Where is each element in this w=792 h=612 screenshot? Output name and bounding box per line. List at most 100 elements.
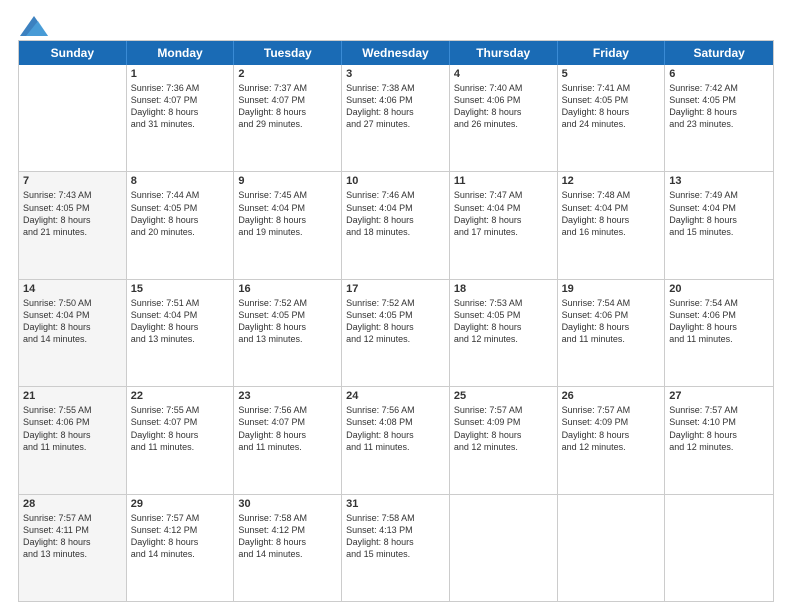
day-info: Sunrise: 7:41 AMSunset: 4:05 PMDaylight:…: [562, 82, 661, 131]
day-info: Sunrise: 7:55 AMSunset: 4:07 PMDaylight:…: [131, 404, 230, 453]
day-info: Sunrise: 7:58 AMSunset: 4:12 PMDaylight:…: [238, 512, 337, 561]
cal-week-0: 1 Sunrise: 7:36 AMSunset: 4:07 PMDaylight…: [19, 65, 773, 172]
day-info: Sunrise: 7:46 AMSunset: 4:04 PMDaylight:…: [346, 189, 445, 238]
day-number: 24: [346, 390, 445, 402]
cal-cell: 11 Sunrise: 7:47 AMSunset: 4:04 PMDayligh…: [450, 172, 558, 278]
cal-cell: 5 Sunrise: 7:41 AMSunset: 4:05 PMDaylight…: [558, 65, 666, 171]
day-info: Sunrise: 7:53 AMSunset: 4:05 PMDaylight:…: [454, 297, 553, 346]
day-number: 22: [131, 390, 230, 402]
page: SundayMondayTuesdayWednesdayThursdayFrid…: [0, 0, 792, 612]
day-info: Sunrise: 7:44 AMSunset: 4:05 PMDaylight:…: [131, 189, 230, 238]
cal-cell: 13 Sunrise: 7:49 AMSunset: 4:04 PMDayligh…: [665, 172, 773, 278]
cal-cell: [19, 65, 127, 171]
day-number: 12: [562, 175, 661, 187]
day-info: Sunrise: 7:57 AMSunset: 4:11 PMDaylight:…: [23, 512, 122, 561]
calendar-body: 1 Sunrise: 7:36 AMSunset: 4:07 PMDaylight…: [19, 65, 773, 601]
cal-cell: 1 Sunrise: 7:36 AMSunset: 4:07 PMDaylight…: [127, 65, 235, 171]
cal-cell: 17Sunrise: 7:52 AMSunset: 4:05 PMDayligh…: [342, 280, 450, 386]
cal-week-1: 7Sunrise: 7:43 AMSunset: 4:05 PMDaylight…: [19, 172, 773, 279]
day-number: 8: [131, 175, 230, 187]
day-number: 15: [131, 283, 230, 295]
cal-header-cell-tuesday: Tuesday: [234, 41, 342, 65]
cal-header-cell-thursday: Thursday: [450, 41, 558, 65]
day-number: 20: [669, 283, 769, 295]
cal-cell: 3 Sunrise: 7:38 AMSunset: 4:06 PMDaylight…: [342, 65, 450, 171]
cal-cell: 6Sunrise: 7:42 AMSunset: 4:05 PMDaylight…: [665, 65, 773, 171]
cal-cell: 16 Sunrise: 7:52 AMSunset: 4:05 PMDayligh…: [234, 280, 342, 386]
day-number: 3: [346, 68, 445, 80]
cal-cell: 22 Sunrise: 7:55 AMSunset: 4:07 PMDayligh…: [127, 387, 235, 493]
day-info: Sunrise: 7:37 AMSunset: 4:07 PMDaylight:…: [238, 82, 337, 131]
day-info: Sunrise: 7:47 AMSunset: 4:04 PMDaylight:…: [454, 189, 553, 238]
day-number: 1: [131, 68, 230, 80]
cal-cell: 15 Sunrise: 7:51 AMSunset: 4:04 PMDayligh…: [127, 280, 235, 386]
cal-cell: 2 Sunrise: 7:37 AMSunset: 4:07 PMDaylight…: [234, 65, 342, 171]
day-info: Sunrise: 7:45 AMSunset: 4:04 PMDaylight:…: [238, 189, 337, 238]
day-number: 19: [562, 283, 661, 295]
day-number: 27: [669, 390, 769, 402]
cal-cell: 30 Sunrise: 7:58 AMSunset: 4:12 PMDayligh…: [234, 495, 342, 601]
day-number: 23: [238, 390, 337, 402]
cal-cell: 25 Sunrise: 7:57 AMSunset: 4:09 PMDayligh…: [450, 387, 558, 493]
day-info: Sunrise: 7:55 AMSunset: 4:06 PMDaylight:…: [23, 404, 122, 453]
day-info: Sunrise: 7:54 AMSunset: 4:06 PMDaylight:…: [562, 297, 661, 346]
cal-header-cell-wednesday: Wednesday: [342, 41, 450, 65]
cal-week-3: 21Sunrise: 7:55 AMSunset: 4:06 PMDayligh…: [19, 387, 773, 494]
day-number: 4: [454, 68, 553, 80]
cal-cell: 14 Sunrise: 7:50 AMSunset: 4:04 PMDayligh…: [19, 280, 127, 386]
cal-cell: 18Sunrise: 7:53 AMSunset: 4:05 PMDayligh…: [450, 280, 558, 386]
day-info: Sunrise: 7:56 AMSunset: 4:08 PMDaylight:…: [346, 404, 445, 453]
cal-cell: 12 Sunrise: 7:48 AMSunset: 4:04 PMDayligh…: [558, 172, 666, 278]
day-info: Sunrise: 7:57 AMSunset: 4:09 PMDaylight:…: [562, 404, 661, 453]
day-info: Sunrise: 7:52 AMSunset: 4:05 PMDaylight:…: [238, 297, 337, 346]
day-number: 13: [669, 175, 769, 187]
cal-cell: 28 Sunrise: 7:57 AMSunset: 4:11 PMDayligh…: [19, 495, 127, 601]
day-number: 29: [131, 498, 230, 510]
day-number: 30: [238, 498, 337, 510]
day-number: 2: [238, 68, 337, 80]
day-info: Sunrise: 7:36 AMSunset: 4:07 PMDaylight:…: [131, 82, 230, 131]
day-info: Sunrise: 7:51 AMSunset: 4:04 PMDaylight:…: [131, 297, 230, 346]
cal-week-4: 28 Sunrise: 7:57 AMSunset: 4:11 PMDayligh…: [19, 495, 773, 601]
day-info: Sunrise: 7:50 AMSunset: 4:04 PMDaylight:…: [23, 297, 122, 346]
day-number: 10: [346, 175, 445, 187]
calendar-header-row: SundayMondayTuesdayWednesdayThursdayFrid…: [19, 41, 773, 65]
cal-cell: 4Sunrise: 7:40 AMSunset: 4:06 PMDaylight…: [450, 65, 558, 171]
day-number: 28: [23, 498, 122, 510]
cal-cell: 31Sunrise: 7:58 AMSunset: 4:13 PMDayligh…: [342, 495, 450, 601]
cal-week-2: 14 Sunrise: 7:50 AMSunset: 4:04 PMDayligh…: [19, 280, 773, 387]
cal-cell: 8 Sunrise: 7:44 AMSunset: 4:05 PMDaylight…: [127, 172, 235, 278]
cal-header-cell-friday: Friday: [558, 41, 666, 65]
cal-cell: 24 Sunrise: 7:56 AMSunset: 4:08 PMDayligh…: [342, 387, 450, 493]
day-number: 17: [346, 283, 445, 295]
cal-cell: 7Sunrise: 7:43 AMSunset: 4:05 PMDaylight…: [19, 172, 127, 278]
day-info: Sunrise: 7:57 AMSunset: 4:10 PMDaylight:…: [669, 404, 769, 453]
cal-cell: 27 Sunrise: 7:57 AMSunset: 4:10 PMDayligh…: [665, 387, 773, 493]
day-info: Sunrise: 7:57 AMSunset: 4:12 PMDaylight:…: [131, 512, 230, 561]
day-info: Sunrise: 7:57 AMSunset: 4:09 PMDaylight:…: [454, 404, 553, 453]
day-info: Sunrise: 7:42 AMSunset: 4:05 PMDaylight:…: [669, 82, 769, 131]
cal-cell: 10 Sunrise: 7:46 AMSunset: 4:04 PMDayligh…: [342, 172, 450, 278]
day-info: Sunrise: 7:54 AMSunset: 4:06 PMDaylight:…: [669, 297, 769, 346]
day-info: Sunrise: 7:48 AMSunset: 4:04 PMDaylight:…: [562, 189, 661, 238]
logo: [18, 18, 48, 34]
day-number: 5: [562, 68, 661, 80]
cal-cell: [665, 495, 773, 601]
day-number: 14: [23, 283, 122, 295]
day-info: Sunrise: 7:56 AMSunset: 4:07 PMDaylight:…: [238, 404, 337, 453]
day-info: Sunrise: 7:38 AMSunset: 4:06 PMDaylight:…: [346, 82, 445, 131]
day-number: 11: [454, 175, 553, 187]
day-number: 7: [23, 175, 122, 187]
cal-cell: 29 Sunrise: 7:57 AMSunset: 4:12 PMDayligh…: [127, 495, 235, 601]
day-info: Sunrise: 7:49 AMSunset: 4:04 PMDaylight:…: [669, 189, 769, 238]
day-number: 16: [238, 283, 337, 295]
day-number: 25: [454, 390, 553, 402]
cal-cell: 19 Sunrise: 7:54 AMSunset: 4:06 PMDayligh…: [558, 280, 666, 386]
day-info: Sunrise: 7:58 AMSunset: 4:13 PMDaylight:…: [346, 512, 445, 561]
cal-cell: 23 Sunrise: 7:56 AMSunset: 4:07 PMDayligh…: [234, 387, 342, 493]
cal-cell: 21Sunrise: 7:55 AMSunset: 4:06 PMDayligh…: [19, 387, 127, 493]
cal-header-cell-sunday: Sunday: [19, 41, 127, 65]
cal-cell: 9Sunrise: 7:45 AMSunset: 4:04 PMDaylight…: [234, 172, 342, 278]
cal-header-cell-monday: Monday: [127, 41, 235, 65]
logo-icon: [20, 16, 48, 36]
